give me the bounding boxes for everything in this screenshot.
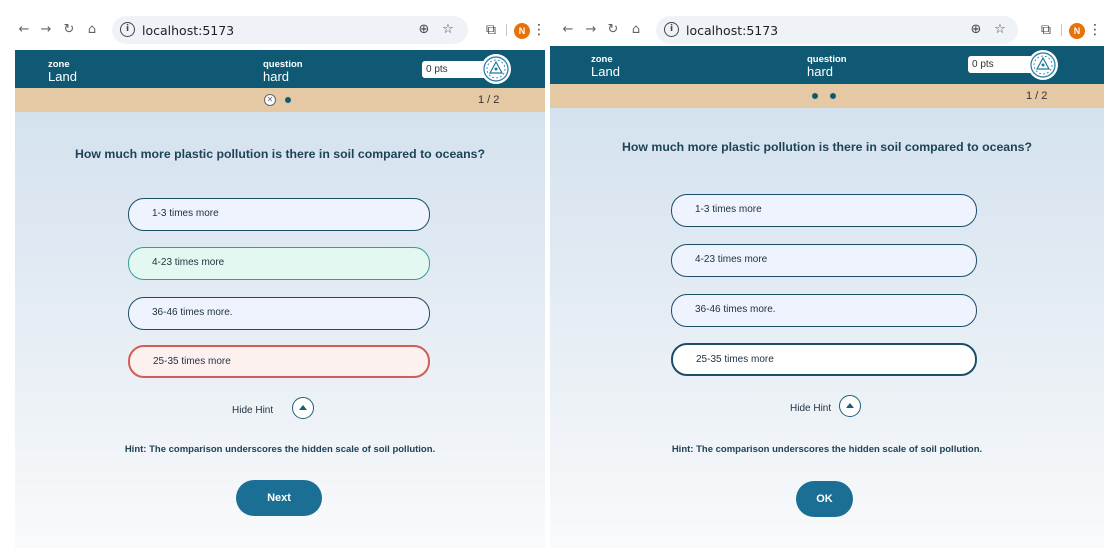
site-info-icon[interactable]: i	[664, 22, 679, 37]
profile-avatar[interactable]: N	[514, 23, 530, 39]
next-button[interactable]: Next	[236, 480, 322, 516]
question-text: How much more plastic pollution is there…	[622, 140, 1032, 154]
question-text: How much more plastic pollution is there…	[75, 147, 485, 161]
zone-value: Land	[591, 64, 620, 79]
answer-option[interactable]: 36-46 times more.	[671, 294, 977, 327]
answer-option-selected[interactable]: 25-35 times more	[671, 343, 977, 376]
quiz-panel: How much more plastic pollution is there…	[550, 108, 1104, 548]
home-icon[interactable]: ⌂	[82, 20, 102, 40]
toolbar-divider	[506, 24, 507, 36]
home-icon[interactable]: ⌂	[626, 20, 646, 40]
hide-hint-label[interactable]: Hide Hint	[232, 405, 273, 416]
reload-icon[interactable]: ↻	[59, 20, 79, 40]
browser-toolbar: ← → ↻ ⌂ i localhost:5173 ⊕ ☆ ⧉ N ⋮	[548, 16, 1106, 44]
forward-arrow-icon[interactable]: →	[581, 20, 601, 40]
progress-bar: 1 / 2	[550, 84, 1104, 108]
extensions-icon[interactable]: ⧉	[481, 20, 501, 40]
answer-option-correct[interactable]: 4-23 times more	[128, 247, 430, 280]
browser-menu-icon[interactable]: ⋮	[1087, 20, 1103, 40]
progress-bar: ✕ 1 / 2	[15, 88, 545, 112]
ok-button[interactable]: OK	[796, 481, 853, 517]
app-header: zone Land question hard 0 pts	[15, 50, 545, 88]
wrong-answer-x-icon: ✕	[264, 94, 276, 106]
hint-text: Hint: The comparison underscores the hid…	[671, 444, 983, 455]
address-bar[interactable]: i localhost:5173 ⊕ ☆	[656, 16, 1018, 44]
app-logo	[1028, 50, 1058, 80]
answer-option[interactable]: 36-46 times more.	[128, 297, 430, 330]
url-text: localhost:5173	[686, 23, 779, 38]
logo-emblem-icon	[1030, 52, 1056, 78]
bookmark-star-icon[interactable]: ☆	[990, 20, 1010, 40]
back-arrow-icon[interactable]: ←	[14, 20, 34, 40]
question-counter: 1 / 2	[1026, 90, 1048, 102]
answer-option[interactable]: 1-3 times more	[671, 194, 977, 227]
question-value: hard	[263, 69, 290, 84]
extensions-icon[interactable]: ⧉	[1036, 20, 1056, 40]
hide-hint-button[interactable]	[292, 397, 314, 419]
chevron-up-icon	[299, 405, 307, 410]
zoom-icon[interactable]: ⊕	[414, 20, 434, 40]
toolbar-divider	[1061, 24, 1062, 36]
hide-hint-button[interactable]	[839, 395, 861, 417]
answer-option[interactable]: 4-23 times more	[671, 244, 977, 277]
question-value: hard	[807, 64, 834, 79]
bookmark-star-icon[interactable]: ☆	[438, 20, 458, 40]
forward-arrow-icon[interactable]: →	[36, 20, 56, 40]
progress-dot	[285, 97, 291, 103]
hint-text: Hint: The comparison underscores the hid…	[124, 444, 436, 455]
zone-value: Land	[48, 69, 77, 84]
answer-option[interactable]: 1-3 times more	[128, 198, 430, 231]
logo-emblem-icon	[483, 56, 509, 82]
right-browser-window: ← → ↻ ⌂ i localhost:5173 ⊕ ☆ ⧉ N ⋮ zone …	[548, 0, 1106, 548]
back-arrow-icon[interactable]: ←	[558, 20, 578, 40]
quiz-panel: How much more plastic pollution is there…	[15, 112, 545, 548]
profile-avatar[interactable]: N	[1069, 23, 1085, 39]
browser-toolbar: ← → ↻ ⌂ i localhost:5173 ⊕ ☆ ⧉ N ⋮	[0, 16, 545, 44]
hide-hint-label[interactable]: Hide Hint	[790, 403, 831, 414]
url-text: localhost:5173	[142, 23, 235, 38]
left-browser-window: ← → ↻ ⌂ i localhost:5173 ⊕ ☆ ⧉ N ⋮ zone …	[0, 0, 545, 548]
site-info-icon[interactable]: i	[120, 22, 135, 37]
progress-dot	[830, 93, 836, 99]
zoom-icon[interactable]: ⊕	[966, 20, 986, 40]
app-logo	[481, 54, 511, 84]
app-header: zone Land question hard 0 pts	[550, 46, 1104, 84]
progress-dot	[812, 93, 818, 99]
chevron-up-icon	[846, 403, 854, 408]
answer-option-wrong[interactable]: 25-35 times more	[128, 345, 430, 378]
reload-icon[interactable]: ↻	[603, 20, 623, 40]
address-bar[interactable]: i localhost:5173 ⊕ ☆	[112, 16, 468, 44]
question-counter: 1 / 2	[478, 94, 500, 106]
browser-menu-icon[interactable]: ⋮	[531, 20, 545, 40]
